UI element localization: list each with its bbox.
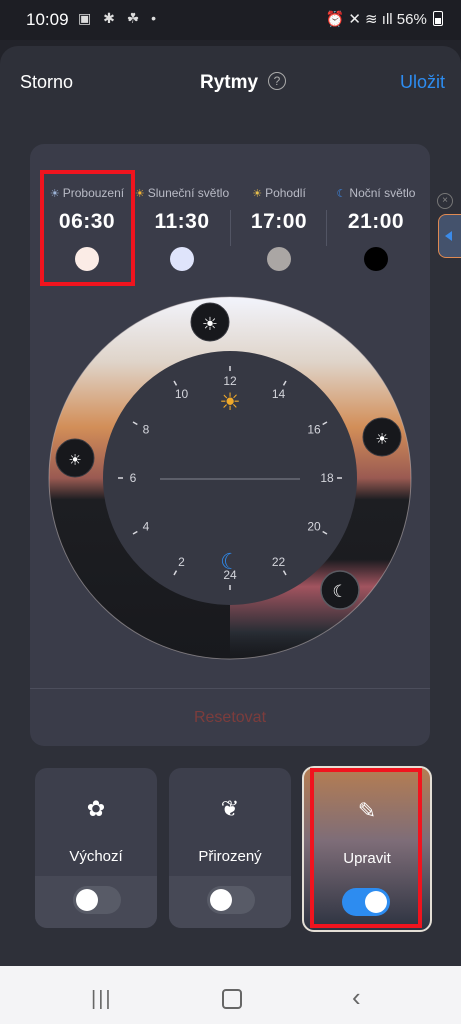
highlight-box: [310, 768, 422, 928]
leaf-icon: ❦: [220, 796, 240, 821]
nav-bar: ||| ‹: [0, 966, 461, 1024]
dial-hour-label: 8: [143, 423, 150, 437]
mode-natural[interactable]: ❦ Přirozený: [169, 768, 291, 928]
back-button[interactable]: ‹: [352, 982, 361, 1013]
dial-hour-label: 4: [143, 520, 150, 534]
reset-button[interactable]: Resetovat: [30, 688, 430, 727]
handle-daylight[interactable]: ☀: [190, 302, 230, 342]
mode-label: Výchozí: [69, 848, 123, 865]
mode-toggle[interactable]: [73, 886, 121, 914]
mode-default[interactable]: ✿ Výchozí: [35, 768, 157, 928]
dial-hour-label: 6: [130, 471, 137, 485]
moon-icon: ☾: [220, 550, 240, 575]
dial-hour-label: 14: [272, 387, 286, 401]
dial-hour-label: 10: [175, 387, 189, 401]
moon-icon: ☾: [332, 582, 347, 602]
dial-hour-label: 2: [178, 555, 185, 569]
sunrise-icon: ☀: [68, 451, 81, 469]
sun-icon: ☀: [202, 314, 218, 335]
handle-comfort[interactable]: ☀: [362, 417, 402, 457]
sun-icon: ☀: [219, 388, 241, 416]
recent-apps-button[interactable]: |||: [91, 988, 113, 1011]
sunset-icon: ☀: [375, 430, 388, 448]
dial-hour-label: 20: [307, 520, 321, 534]
handle-night[interactable]: ☾: [320, 570, 360, 610]
home-button[interactable]: [222, 989, 242, 1009]
dial-hour-label: 12: [223, 374, 237, 388]
mode-label: Přirozený: [198, 848, 262, 865]
mode-toggle[interactable]: [207, 886, 255, 914]
handle-wake[interactable]: ☀: [55, 438, 95, 478]
dial-hour-label: 22: [272, 555, 286, 569]
dial-hour-label: 18: [320, 471, 334, 485]
gear-icon: ✿: [86, 796, 106, 821]
dial-hour-label: 16: [307, 423, 321, 437]
